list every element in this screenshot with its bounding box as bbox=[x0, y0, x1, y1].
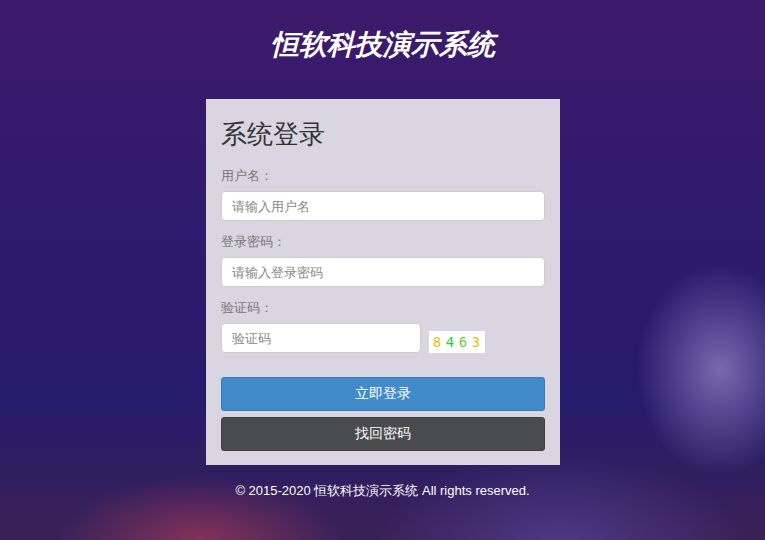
captcha-image[interactable]: 8463 bbox=[429, 331, 485, 353]
captcha-char: 4 bbox=[446, 335, 454, 349]
captcha-char: 6 bbox=[459, 335, 467, 349]
captcha-char: 8 bbox=[433, 335, 441, 349]
field-label: 登录密码： bbox=[221, 233, 545, 251]
form-field: 用户名： bbox=[221, 167, 545, 221]
page-content: 恒软科技演示系统系统登录用户名： 登录密码： 验证码： 8463 立即登录找回密码 © 2… bbox=[0, 0, 765, 500]
login-button[interactable]: 立即登录 bbox=[221, 377, 545, 411]
captcha-char: 3 bbox=[472, 335, 480, 349]
field-label: 验证码： bbox=[221, 299, 545, 317]
login-heading: 系统登录 bbox=[221, 119, 545, 149]
recover-password-button[interactable]: 找回密码 bbox=[221, 417, 545, 451]
form-field: 登录密码： bbox=[221, 233, 545, 287]
form-field: 验证码： 8463 bbox=[221, 299, 545, 353]
captcha-row: 8463 bbox=[221, 323, 545, 353]
field-label: 用户名： bbox=[221, 167, 545, 185]
button-group: 立即登录找回密码 bbox=[221, 377, 545, 451]
login-panel: 系统登录用户名： 登录密码： 验证码： 8463 立即登录找回密码 bbox=[206, 99, 560, 465]
login-page: 恒软科技演示系统系统登录用户名： 登录密码： 验证码： 8463 立即登录找回密码 © 2… bbox=[0, 0, 765, 540]
copyright-footer: © 2015-2020 恒软科技演示系统 All rights reserved… bbox=[235, 482, 529, 500]
password-input[interactable] bbox=[221, 257, 545, 287]
system-title: 恒软科技演示系统 bbox=[271, 28, 495, 62]
captcha-input[interactable] bbox=[221, 323, 421, 353]
username-input[interactable] bbox=[221, 191, 545, 221]
